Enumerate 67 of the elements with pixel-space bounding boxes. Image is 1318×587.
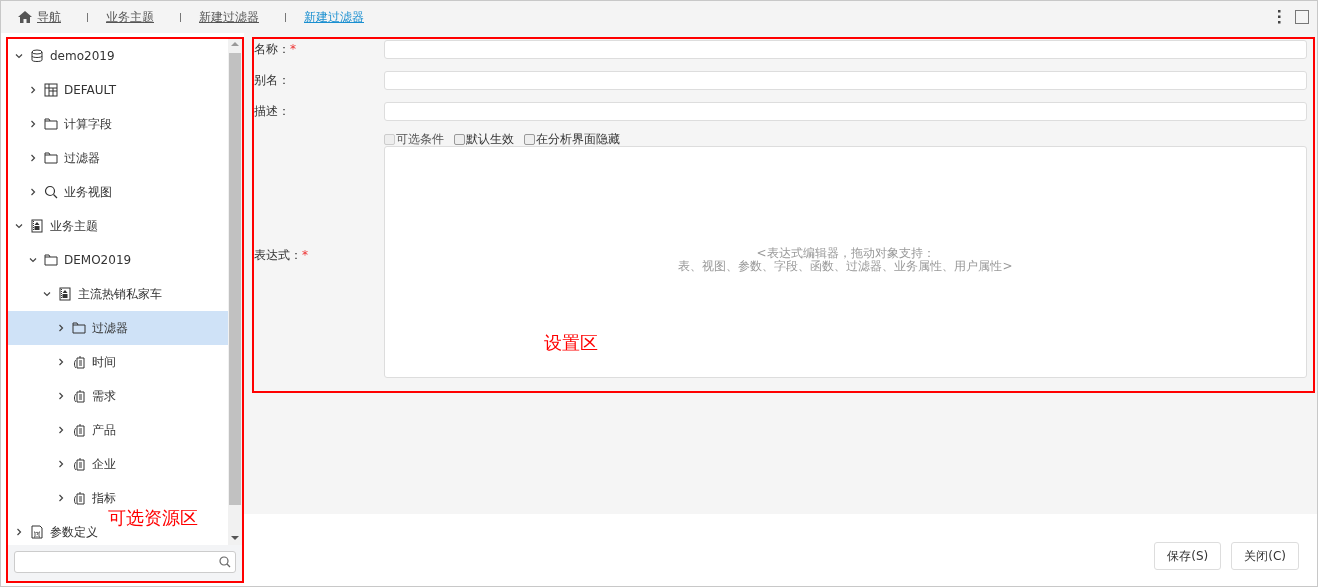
footer-button[interactable]: 保存(S) xyxy=(1154,542,1222,570)
expand-caret-icon[interactable] xyxy=(28,119,38,129)
tree-item[interactable]: 主流热销私家车 xyxy=(8,277,166,311)
field-label: 表达式：* xyxy=(254,247,309,264)
database-icon xyxy=(30,49,44,63)
breadcrumb-link[interactable]: 业务主题 xyxy=(98,8,162,26)
expand-caret-icon[interactable] xyxy=(56,459,66,469)
tree-item[interactable]: 产品 xyxy=(8,413,120,447)
field-label: 别名： xyxy=(254,72,291,89)
tree-item[interactable]: DEFAULT xyxy=(8,73,120,107)
scroll-down-icon[interactable] xyxy=(231,535,239,541)
scrollbar[interactable] xyxy=(228,39,242,545)
folder-icon xyxy=(72,321,86,335)
breadcrumb-link[interactable]: 新建过滤器 xyxy=(191,8,267,26)
collapse-caret-icon[interactable] xyxy=(14,51,24,61)
tree-item[interactable]: 计算字段 xyxy=(8,107,116,141)
expand-caret-icon[interactable] xyxy=(56,493,66,503)
tree-item[interactable]: 业务视图 xyxy=(8,175,116,209)
dimension-icon xyxy=(72,355,86,369)
folder-icon xyxy=(44,151,58,165)
collapse-caret-icon[interactable] xyxy=(14,221,24,231)
dimension-icon xyxy=(72,423,86,437)
dimension-icon xyxy=(72,491,86,505)
more-icon[interactable] xyxy=(1277,9,1281,25)
checkbox-option[interactable]: 在分析界面隐藏 xyxy=(524,130,620,148)
expand-caret-icon[interactable] xyxy=(14,527,24,537)
tree-item[interactable]: demo2019 xyxy=(8,39,119,73)
folder-icon xyxy=(44,117,58,131)
expand-caret-icon[interactable] xyxy=(56,323,66,333)
tree-item[interactable]: 需求 xyxy=(8,379,120,413)
checkbox-option[interactable]: 默认生效 xyxy=(454,130,514,148)
footer-button[interactable]: 关闭(C) xyxy=(1231,542,1299,570)
field-label: 描述： xyxy=(254,103,291,120)
tree-item[interactable]: 企业 xyxy=(8,447,120,481)
search-icon xyxy=(44,185,58,199)
annotation-label: 设置区 xyxy=(544,331,598,355)
table-icon xyxy=(44,83,58,97)
expand-caret-icon[interactable] xyxy=(56,357,66,367)
home-icon xyxy=(17,10,33,24)
parameter-icon xyxy=(30,525,44,539)
tree-item[interactable]: 参数定义 xyxy=(8,515,102,545)
tree-item[interactable]: 过滤器 xyxy=(8,311,228,345)
search-icon xyxy=(219,556,231,568)
field-label: 名称：* xyxy=(254,41,297,58)
text-field[interactable] xyxy=(384,102,1307,121)
tree-item[interactable]: 业务主题 xyxy=(8,209,102,243)
dimension-icon xyxy=(72,389,86,403)
folder-icon xyxy=(44,253,58,267)
subject-icon xyxy=(58,287,72,301)
collapse-caret-icon[interactable] xyxy=(42,289,52,299)
expand-caret-icon[interactable] xyxy=(28,153,38,163)
collapse-caret-icon[interactable] xyxy=(28,255,38,265)
search-field[interactable] xyxy=(14,551,236,573)
tree-item[interactable]: 时间 xyxy=(8,345,120,379)
tree-item[interactable]: DEMO2019 xyxy=(8,243,136,277)
annotation-label: 可选资源区 xyxy=(108,506,198,530)
text-field[interactable] xyxy=(384,71,1307,90)
text-field[interactable] xyxy=(384,40,1307,59)
subject-icon xyxy=(30,219,44,233)
expand-caret-icon[interactable] xyxy=(56,425,66,435)
expand-caret-icon[interactable] xyxy=(56,391,66,401)
checkbox-option: 可选条件 xyxy=(384,130,444,148)
dimension-icon xyxy=(72,457,86,471)
expand-caret-icon[interactable] xyxy=(28,85,38,95)
expand-caret-icon[interactable] xyxy=(28,187,38,197)
maximize-icon[interactable] xyxy=(1295,10,1309,24)
tree-item[interactable]: 过滤器 xyxy=(8,141,104,175)
